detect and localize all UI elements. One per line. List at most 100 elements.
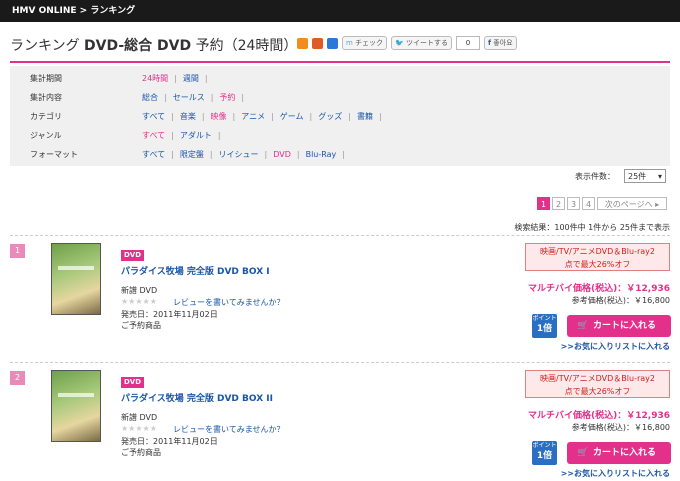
filter-options: 総合 | セールス | 予約 | [142, 89, 250, 107]
filter-separator: | [171, 112, 174, 121]
product-type: 新譜 DVD [121, 286, 158, 295]
filter-option[interactable]: すべて [142, 112, 165, 121]
page-title: ランキング DVD-総合 DVD 予約（24時間） [10, 38, 298, 54]
filter-separator: | [174, 74, 177, 83]
filter-option[interactable]: グッズ [318, 112, 342, 121]
display-count-label: 表示件数： [575, 172, 615, 181]
filter-separator: | [171, 150, 174, 159]
filter-separator: | [171, 131, 174, 140]
promo-line: 映画/TV/アニメDVD＆Blu-ray2 [540, 247, 655, 256]
page-number-button[interactable]: 1 [537, 197, 550, 210]
filter-option[interactable]: すべて [142, 150, 165, 159]
release-date: 発売日：2011年11月02日 [121, 310, 218, 319]
filter-separator: | [348, 112, 351, 121]
filter-label: 集計内容 [30, 93, 62, 102]
promo-line: 点で最大26%オフ [564, 260, 631, 269]
hatena-icon[interactable] [327, 37, 338, 49]
social-buttons: m チェック 🐦 ツイートする 0 f 좋아요 [297, 36, 517, 50]
page-number-button[interactable]: 4 [582, 197, 595, 210]
filter-option[interactable]: Blu-Ray [306, 150, 337, 159]
multibuy-price: マルチバイ価格(税込)：￥12,936 [528, 284, 670, 294]
format-badge: DVD [121, 250, 145, 261]
check-button[interactable]: m チェック [342, 36, 388, 50]
pager: 1234 次のページへ ▸ [537, 197, 667, 210]
filter-separator: | [232, 112, 236, 121]
promo-banner[interactable]: 映画/TV/アニメDVD＆Blu-ray2 点で最大26%オフ [525, 370, 670, 398]
filter-separator: | [378, 112, 382, 121]
filter-separator: | [210, 93, 214, 102]
filter-option[interactable]: リイシュー [219, 150, 259, 159]
filter-option[interactable]: 映像 [211, 112, 227, 121]
breadcrumb[interactable]: HMV ONLINE > ランキング [12, 6, 135, 16]
filter-options: すべて | 音楽 | 映像 | アニメ | ゲーム | グッズ | 書籍 | [142, 108, 388, 126]
promo-line: 点で最大26%オフ [564, 387, 631, 396]
multibuy-price: マルチバイ価格(税込)：￥12,936 [528, 411, 670, 421]
product-cover-image[interactable] [51, 370, 101, 442]
product-title[interactable]: パラダイス牧場 完全版 DVD BOX I [121, 264, 270, 277]
point-badge: ポイント 1倍 [532, 314, 557, 338]
filter-option[interactable]: 書籍 [357, 112, 373, 121]
preorder-status: ご予約商品 [121, 448, 161, 457]
filter-option[interactable]: 限定盤 [180, 150, 204, 159]
filter-separator: | [271, 112, 274, 121]
point-badge: ポイント 1倍 [532, 441, 557, 465]
rank-badge: 2 [10, 371, 25, 385]
filter-option[interactable]: 音楽 [180, 112, 196, 121]
filter-option[interactable]: セールス [173, 93, 205, 102]
filter-separator: | [204, 74, 208, 83]
filter-separator: | [241, 93, 245, 102]
filter-option[interactable]: 週間 [183, 74, 199, 83]
filter-option[interactable]: すべて [142, 131, 165, 140]
add-to-favorites-link[interactable]: >>お気に入りリストに入れる [561, 341, 670, 352]
filter-option[interactable]: ゲーム [280, 112, 304, 121]
item-divider [10, 235, 670, 236]
filter-option[interactable]: DVD [273, 150, 291, 159]
bookmark-b-icon[interactable] [312, 37, 323, 49]
write-review-link[interactable]: レビューを書いてみませんか？ [173, 297, 285, 308]
tweet-button[interactable]: 🐦 ツイートする [391, 36, 453, 50]
page-number-button[interactable]: 2 [552, 197, 565, 210]
filter-separator: | [309, 112, 313, 121]
filter-label: ジャンル [30, 131, 62, 140]
results-count: 検索結果：100件中 1件から 25件まで表示 [514, 223, 670, 232]
promo-banner[interactable]: 映画/TV/アニメDVD＆Blu-ray2 点で最大26%オフ [525, 243, 670, 271]
filter-separator: | [217, 131, 221, 140]
display-count-select[interactable]: 25件 ▾ [624, 169, 666, 183]
rss-icon[interactable] [297, 37, 308, 49]
filter-option[interactable]: アダルト [180, 131, 212, 140]
filter-option[interactable]: アニメ [241, 112, 265, 121]
filter-label: 集計期間 [30, 74, 62, 83]
point-label: ポイント [532, 315, 557, 322]
release-date: 発売日：2011年11月02日 [121, 437, 218, 446]
item-divider [10, 362, 670, 363]
filter-option[interactable]: 予約 [219, 93, 235, 102]
product-type: 新譜 DVD [121, 413, 158, 422]
filter-option[interactable]: 総合 [142, 93, 158, 102]
add-to-favorites-link[interactable]: >>お気に入りリストに入れる [561, 468, 670, 479]
product-title[interactable]: パラダイス牧場 完全版 DVD BOX II [121, 391, 273, 404]
add-to-cart-button[interactable]: 🛒 カートに入れる [567, 315, 671, 337]
rating-stars: ★★★★★ [121, 424, 157, 433]
rank-badge: 1 [10, 244, 25, 258]
promo-line: 映画/TV/アニメDVD＆Blu-ray2 [540, 374, 655, 383]
point-label: ポイント [532, 442, 557, 449]
filter-separator: | [296, 150, 300, 159]
filter-separator: | [164, 93, 167, 102]
cart-icon: 🛒 [577, 448, 589, 458]
cart-button-label: カートに入れる [593, 448, 657, 458]
filter-separator: | [264, 150, 268, 159]
filter-separator: | [209, 150, 213, 159]
page-number-button[interactable]: 3 [567, 197, 580, 210]
like-button[interactable]: f 좋아요 [484, 36, 517, 50]
tweet-count: 0 [456, 36, 481, 50]
filter-option[interactable]: 24時間 [142, 74, 168, 83]
filter-panel: 集計期間 24時間 | 週間 | 集計内容 総合 | セールス | 予約 | カテゴリ すべて | 音楽 | 映像… [10, 66, 670, 166]
next-page-button[interactable]: 次のページへ ▸ [597, 197, 667, 210]
filter-separator: | [342, 150, 345, 159]
top-bar: HMV ONLINE > ランキング [0, 0, 680, 22]
add-to-cart-button[interactable]: 🛒 カートに入れる [567, 442, 671, 464]
reference-price: 参考価格(税込)：￥16,800 [571, 423, 670, 432]
write-review-link[interactable]: レビューを書いてみませんか？ [173, 424, 285, 435]
rating-stars: ★★★★★ [121, 297, 157, 306]
product-cover-image[interactable] [51, 243, 101, 315]
